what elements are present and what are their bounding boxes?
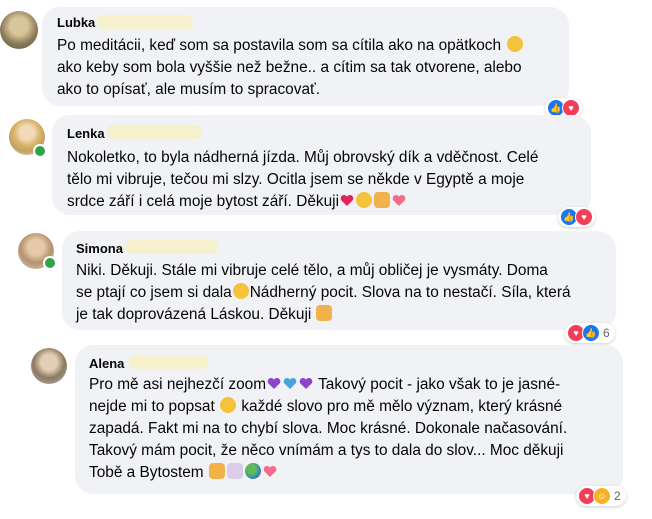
like-reaction-icon: 👍 xyxy=(582,324,600,342)
comment-line: Nádherný pocit. Slova na to nestačí. Síl… xyxy=(249,284,571,301)
grinning-emoji-icon xyxy=(232,283,249,299)
avatar[interactable] xyxy=(31,348,67,384)
comment-text: Po meditácii, keď som sa postavila som s… xyxy=(57,35,524,101)
purple-heart-icon xyxy=(299,375,313,389)
comment-bubble: Alena Pro mě asi nejhezčí zoom Takový po… xyxy=(75,345,623,494)
grimace-emoji-icon xyxy=(507,36,524,52)
comment-line: Pro mě asi nejhezčí zoom xyxy=(89,376,267,393)
online-status-indicator xyxy=(43,256,57,270)
comment-text: Pro mě asi nejhezčí zoom Takový pocit - … xyxy=(89,374,567,484)
folded-hands-emoji-icon xyxy=(208,463,225,479)
purple-heart-icon xyxy=(267,375,281,389)
comment-line: Takový pocit - jako však to je jasné- xyxy=(318,376,561,393)
reaction-summary[interactable]: ♥ ☺ 2 xyxy=(576,486,626,506)
online-status-indicator xyxy=(33,144,47,158)
folded-hands-emoji-icon xyxy=(316,305,333,321)
comment-line: Nokoletko, to byla nádherná jízda. Můj o… xyxy=(67,149,539,166)
reaction-summary[interactable]: 👍 ♥ xyxy=(558,207,595,227)
avatar[interactable] xyxy=(0,11,38,49)
comment-line: nejde mi to popsat xyxy=(89,398,215,415)
pink-heart-icon xyxy=(263,463,277,477)
reaction-count: 6 xyxy=(603,326,610,340)
comment-author[interactable]: Alena xyxy=(89,356,124,371)
reaction-count: 2 xyxy=(614,489,621,503)
comment-line: Takový mám pocit, že něco vnímám a tys t… xyxy=(89,442,564,459)
comment-line: každé slovo pro mě mělo význam, který kr… xyxy=(241,398,563,415)
comment-line: je tak doprovázená Láskou. Děkuji xyxy=(76,306,312,323)
comment-line: ako to opísať, ale musím to spracovať. xyxy=(57,81,321,98)
folded-hands-emoji-icon xyxy=(374,192,390,208)
comment-line: tělo mi vibruje, tečou mi slzy. Ocitla j… xyxy=(67,171,525,188)
comment-author[interactable]: Simona xyxy=(76,241,123,256)
globe-emoji-icon xyxy=(244,463,261,479)
comment-line: ako keby som bola vyššie než bežne.. a c… xyxy=(57,59,522,76)
name-redaction xyxy=(107,125,202,139)
comment-author[interactable]: Lenka xyxy=(67,126,105,141)
blue-heart-icon xyxy=(283,375,297,389)
smiling-hearts-emoji-icon xyxy=(356,192,372,208)
comment-bubble: Simona Niki. Děkuji. Stále mi vibruje ce… xyxy=(62,231,616,330)
upside-down-face-emoji-icon xyxy=(220,397,237,413)
comment-line: zapadá. Fakt mi na to chybí slova. Moc k… xyxy=(89,420,568,437)
name-redaction xyxy=(126,240,218,254)
name-redaction xyxy=(97,15,193,29)
sparkling-heart-emoji-icon xyxy=(392,192,406,206)
comment-line: se ptají co jsem si dala xyxy=(76,284,232,301)
love-reaction-icon: ♥ xyxy=(575,208,593,226)
comment-text: Nokoletko, to byla nádherná jízda. Můj o… xyxy=(67,147,538,213)
comment-bubble: Lubka Po meditácii, keď som sa postavila… xyxy=(42,7,569,106)
care-reaction-icon: ☺ xyxy=(593,487,611,505)
comment-text: Niki. Děkuji. Stále mi vibruje celé tělo… xyxy=(76,260,571,326)
comment-line: Tobě a Bytostem xyxy=(89,464,204,481)
comment-line: Niki. Děkuji. Stále mi vibruje celé tělo… xyxy=(76,262,548,279)
comment-author[interactable]: Lubka xyxy=(57,15,95,30)
comment-bubble: Lenka Nokoletko, to byla nádherná jízda.… xyxy=(52,115,591,215)
hand-emoji-icon xyxy=(226,463,243,479)
comment-line: srdce září i celá moje bytost září. Děku… xyxy=(67,193,339,210)
heart-emoji-icon xyxy=(340,192,354,206)
comment-line: Po meditácii, keď som sa postavila som s… xyxy=(57,37,502,54)
name-redaction xyxy=(129,355,208,369)
reaction-summary[interactable]: ♥ 👍 6 xyxy=(565,323,615,343)
